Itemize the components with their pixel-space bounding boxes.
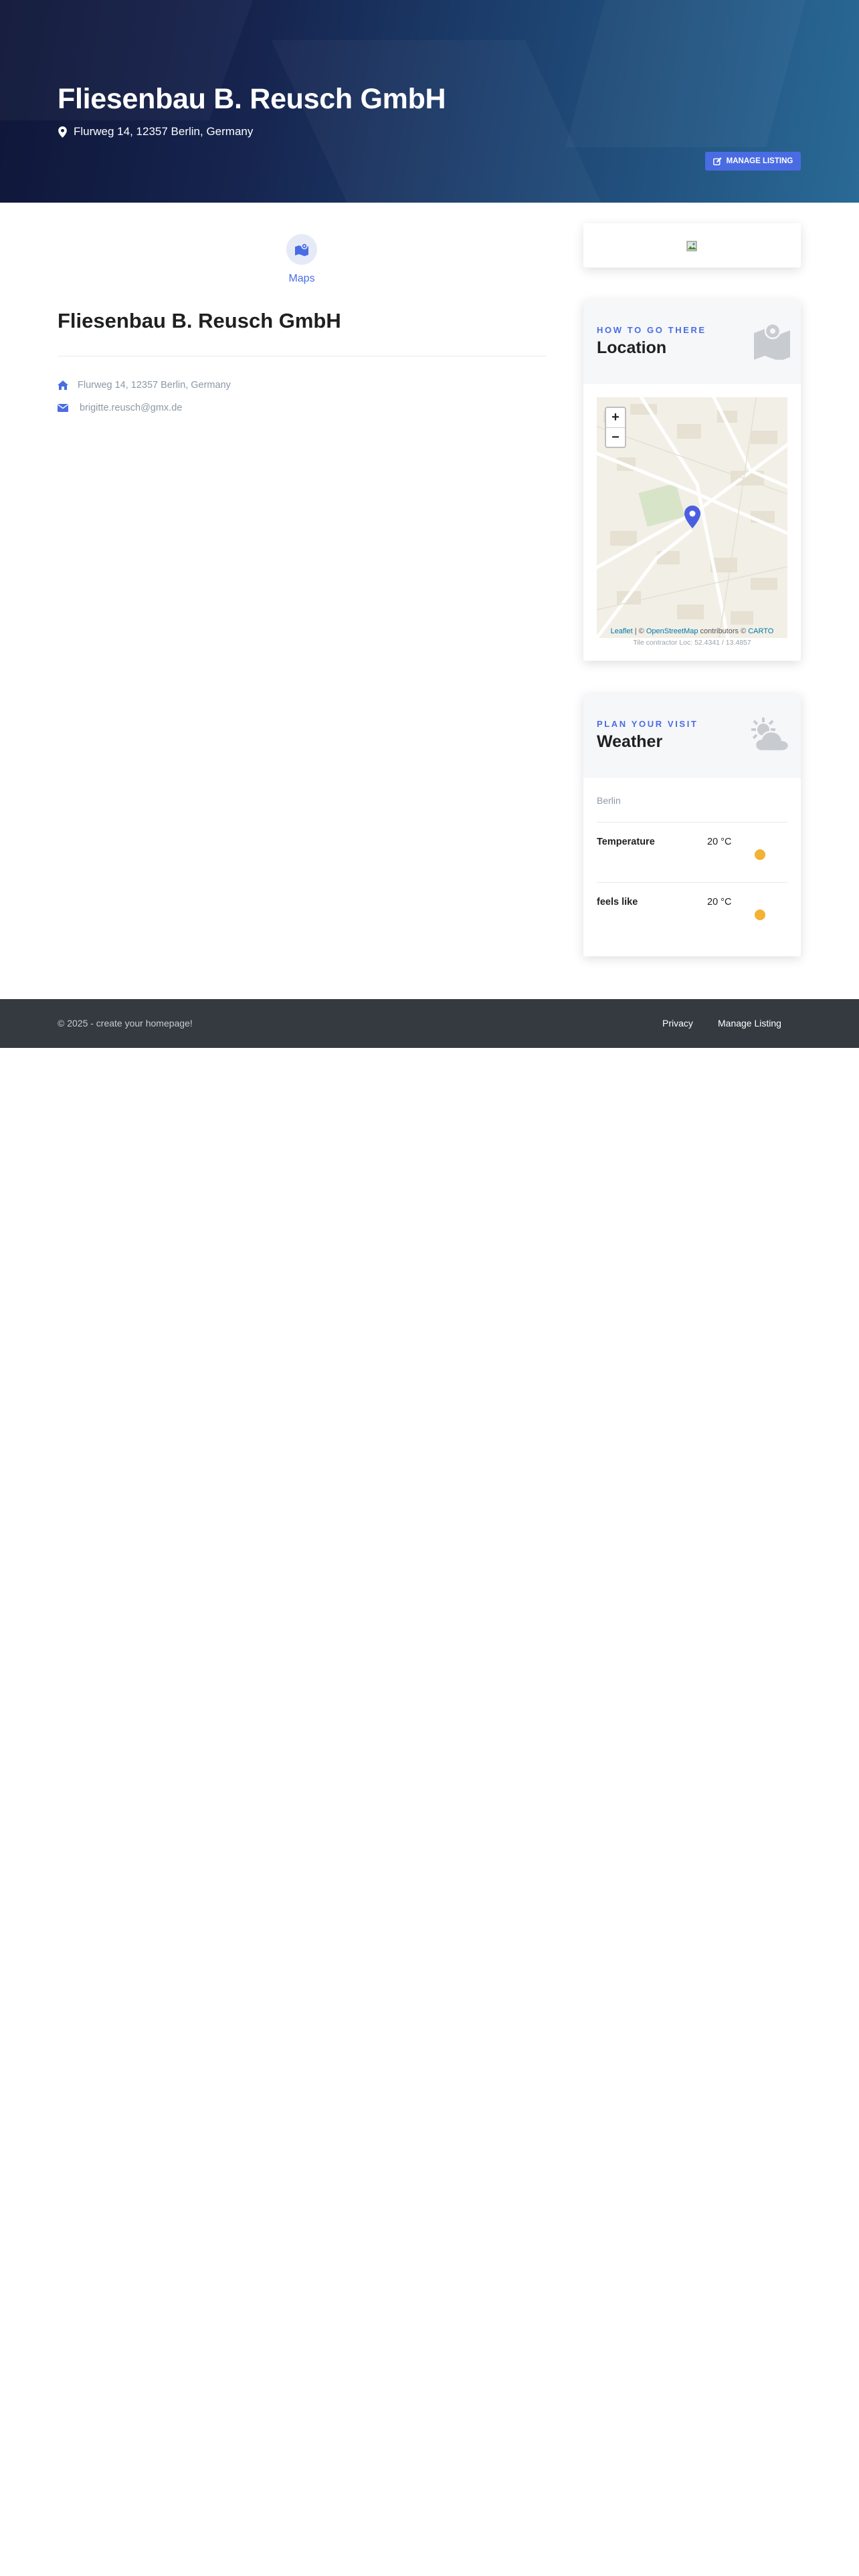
leaflet-link[interactable]: Leaflet — [611, 627, 633, 635]
temperature-label: Temperature — [597, 837, 655, 847]
carto-link[interactable]: CARTO — [748, 627, 773, 635]
hero-title: Fliesenbau B. Reusch GmbH — [58, 83, 446, 115]
attribution-separator: | © — [632, 627, 646, 635]
email-link[interactable]: brigitte.reusch@gmx.de — [80, 403, 182, 413]
osm-link[interactable]: OpenStreetMap — [646, 627, 698, 635]
feels-like-label: feels like — [597, 897, 638, 907]
image-card — [583, 223, 801, 267]
hero-decoration — [565, 0, 813, 147]
hero-address: Flurweg 14, 12357 Berlin, Germany — [58, 125, 253, 138]
attribution-text: contributors © — [698, 627, 749, 635]
map-view[interactable]: + − — [597, 397, 787, 638]
map-attribution: Leaflet | © OpenStreetMap contributors ©… — [583, 627, 801, 635]
address-text: Flurweg 14, 12357 Berlin, Germany — [78, 380, 231, 391]
listing-title: Fliesenbau B. Reusch GmbH — [58, 309, 341, 332]
temperature-value: 20 °C — [707, 837, 732, 847]
weather-eyebrow: PLAN YOUR VISIT — [597, 719, 698, 729]
cloud-sun-icon — [751, 718, 790, 752]
divider — [597, 882, 787, 883]
partly-sunny-icon — [755, 909, 765, 920]
weather-city: Berlin — [597, 795, 621, 806]
footer-privacy-link[interactable]: Privacy — [662, 1018, 693, 1029]
map-zoom-control: + − — [605, 407, 626, 448]
location-title: Location — [597, 338, 667, 357]
location-eyebrow: HOW TO GO THERE — [597, 325, 706, 335]
feels-like-value: 20 °C — [707, 897, 732, 907]
map-location-icon — [754, 322, 790, 360]
footer-copyright[interactable]: © 2025 - create your homepage! — [58, 1018, 193, 1029]
zoom-in-button[interactable]: + — [606, 408, 625, 427]
weather-card: PLAN YOUR VISIT Weather Berlin Temperatu… — [583, 693, 801, 956]
manage-listing-label: MANAGE LISTING — [726, 157, 793, 165]
location-card-header: HOW TO GO THERE Location — [583, 300, 801, 384]
weather-title: Weather — [597, 732, 663, 751]
footer: © 2025 - create your homepage! Privacy M… — [0, 999, 859, 1048]
location-card: HOW TO GO THERE Location + − Leaflet | ©… — [583, 300, 801, 661]
zoom-out-button[interactable]: − — [606, 427, 625, 447]
manage-listing-button[interactable]: MANAGE LISTING — [705, 152, 801, 171]
edit-icon — [712, 156, 722, 165]
category-maps-link[interactable]: Maps — [268, 273, 336, 285]
partly-sunny-icon — [755, 849, 765, 860]
hero-address-text: Flurweg 14, 12357 Berlin, Germany — [74, 125, 254, 138]
broken-image-icon — [686, 241, 697, 251]
email-row: brigitte.reusch@gmx.de — [58, 403, 182, 413]
home-icon — [58, 381, 68, 390]
footer-manage-listing-link[interactable]: Manage Listing — [718, 1018, 781, 1029]
envelope-icon — [58, 404, 68, 412]
hero-banner: Fliesenbau B. Reusch GmbH Flurweg 14, 12… — [0, 0, 859, 203]
weather-card-header: PLAN YOUR VISIT Weather — [583, 693, 801, 778]
category-maps-icon-wrap[interactable] — [286, 234, 317, 265]
tile-note: Tile contractor Loc: 52.4341 / 13.4857 — [633, 639, 751, 647]
address-row: Flurweg 14, 12357 Berlin, Germany — [58, 380, 231, 391]
map-marker-icon — [58, 126, 67, 138]
divider — [597, 822, 787, 823]
map-icon — [295, 243, 308, 256]
